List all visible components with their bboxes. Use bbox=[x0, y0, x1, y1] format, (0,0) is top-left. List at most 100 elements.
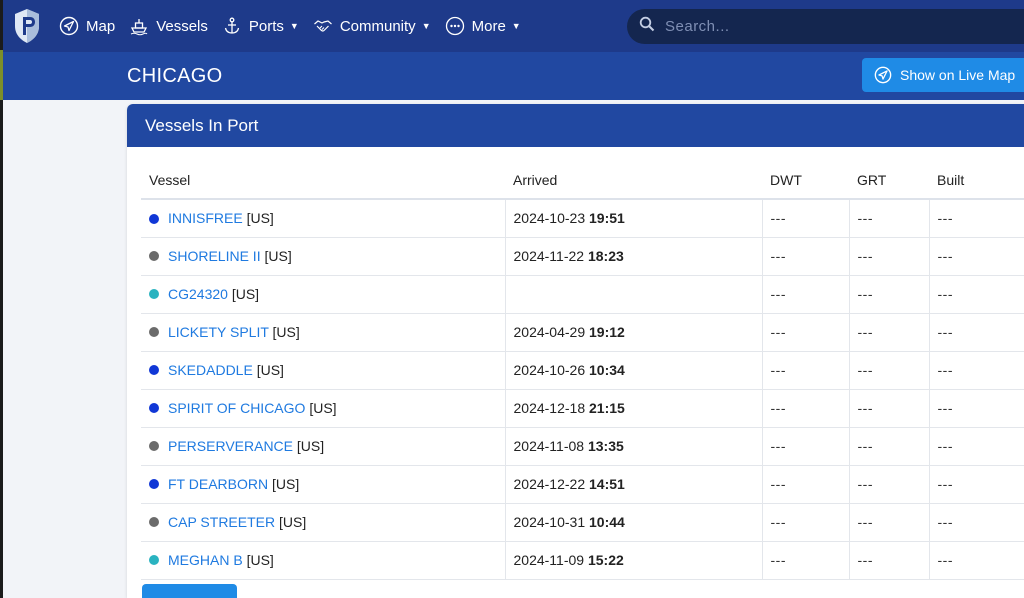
arrived-date: 2024-11-08 bbox=[513, 438, 585, 454]
column-header-vessel[interactable]: Vessel bbox=[141, 161, 505, 200]
grt-cell: --- bbox=[848, 313, 929, 352]
vessel-link[interactable]: CAP STREETER bbox=[168, 514, 275, 530]
built-cell: --- bbox=[928, 427, 1024, 466]
dwt-cell: --- bbox=[761, 351, 849, 390]
vessel-cell: SKEDADDLE [US] bbox=[141, 351, 505, 390]
flag-code: [US] bbox=[296, 438, 325, 454]
vessel-link[interactable]: INNISFREE bbox=[168, 210, 243, 226]
column-header-grt[interactable]: GRT bbox=[849, 161, 929, 200]
vessel-link[interactable]: LICKETY SPLIT bbox=[168, 324, 269, 340]
grt-cell: --- bbox=[848, 199, 929, 238]
arrived-time: 18:23 bbox=[587, 248, 624, 264]
table-row[interactable]: INNISFREE [US] 2024-10-23 19:51 --- --- --- bbox=[141, 199, 1024, 238]
vessel-cell: CAP STREETER [US] bbox=[141, 503, 505, 542]
column-header-dwt[interactable]: DWT bbox=[762, 161, 849, 200]
grt-cell: --- bbox=[848, 351, 929, 390]
arrived-cell: 2024-10-26 10:34 bbox=[504, 351, 762, 390]
grt-cell: --- bbox=[848, 275, 929, 314]
vessel-link[interactable]: SPIRIT OF CHICAGO bbox=[168, 400, 305, 416]
built-cell: --- bbox=[928, 541, 1024, 580]
grt-cell: --- bbox=[848, 541, 929, 580]
grt-cell: --- bbox=[848, 427, 929, 466]
table-row[interactable]: SPIRIT OF CHICAGO [US] 2024-12-18 21:15 --… bbox=[141, 389, 1024, 428]
status-dot-icon bbox=[149, 327, 159, 338]
table-row[interactable]: CAP STREETER [US] 2024-10-31 10:44 --- --- -… bbox=[141, 503, 1024, 542]
column-header-built[interactable]: Built bbox=[929, 161, 1024, 200]
vessel-cell: INNISFREE [US] bbox=[141, 199, 505, 238]
arrived-cell: 2024-12-18 21:15 bbox=[504, 389, 762, 428]
dots-circle-icon bbox=[445, 16, 465, 36]
table-row[interactable]: MEGHAN B [US] 2024-11-09 15:22 --- --- --- bbox=[141, 541, 1024, 580]
vessel-link[interactable]: CG24320 bbox=[168, 286, 228, 302]
vessel-link[interactable]: MEGHAN B bbox=[168, 552, 243, 568]
vessel-link[interactable]: SKEDADDLE bbox=[168, 362, 253, 378]
port-header: CHICAGO Show on Live Map bbox=[3, 52, 1024, 100]
table-header-row: Vessel Arrived DWT GRT Built bbox=[141, 161, 1024, 200]
dwt-cell: --- bbox=[761, 313, 849, 352]
flag-code: [US] bbox=[256, 362, 284, 378]
table-row[interactable]: LICKETY SPLIT [US] 2024-04-29 19:12 --- ---… bbox=[141, 313, 1024, 352]
shield-logo-icon bbox=[15, 9, 39, 43]
handshake-icon bbox=[313, 16, 333, 36]
card-title: Vessels In Port bbox=[127, 104, 1024, 147]
flag-code: [US] bbox=[309, 400, 337, 416]
status-dot-icon bbox=[149, 441, 159, 452]
show-more-button[interactable] bbox=[142, 584, 237, 598]
arrived-cell bbox=[504, 275, 762, 314]
show-on-live-map-label: Show on Live Map bbox=[900, 67, 1016, 83]
chevron-down-icon: ▼ bbox=[421, 21, 431, 31]
table-row[interactable]: SHORELINE II [US] 2024-11-22 18:23 --- --- -… bbox=[141, 237, 1024, 276]
compass-arrow-icon bbox=[59, 16, 79, 36]
dwt-cell: --- bbox=[761, 427, 849, 466]
status-dot-icon bbox=[149, 213, 159, 224]
site-logo[interactable] bbox=[7, 0, 47, 52]
arrived-cell: 2024-10-23 19:51 bbox=[504, 199, 762, 238]
grt-cell: --- bbox=[848, 503, 929, 542]
search-input[interactable] bbox=[665, 18, 1005, 35]
arrived-date: 2024-11-22 bbox=[513, 248, 585, 264]
flag-code: [US] bbox=[264, 248, 292, 264]
arrived-time: 21:15 bbox=[589, 400, 625, 416]
vessel-link[interactable]: SHORELINE II bbox=[168, 248, 261, 264]
vessel-link[interactable]: PERSERVERANCE bbox=[168, 438, 293, 454]
vessel-cell: LICKETY SPLIT [US] bbox=[141, 313, 505, 352]
table-row[interactable]: CG24320 [US] --- --- --- bbox=[141, 275, 1024, 314]
arrived-date: 2024-12-22 bbox=[513, 476, 586, 492]
table-row[interactable]: PERSERVERANCE [US] 2024-11-08 13:35 --- ---… bbox=[141, 427, 1024, 466]
arrived-time: 13:35 bbox=[587, 438, 624, 454]
vessel-link[interactable]: FT DEARBORN bbox=[168, 476, 268, 492]
status-dot-icon bbox=[149, 555, 159, 566]
vessel-cell: PERSERVERANCE [US] bbox=[141, 427, 505, 466]
arrived-time: 14:51 bbox=[589, 476, 625, 492]
arrived-cell: 2024-04-29 19:12 bbox=[504, 313, 762, 352]
table-row[interactable]: FT DEARBORN [US] 2024-12-22 14:51 --- --- --… bbox=[141, 465, 1024, 504]
vessels-in-port-card: Vessels In Port Vessel Arrived DWT GRT B… bbox=[127, 104, 1024, 598]
nav-vessels-label: Vessels bbox=[156, 17, 208, 35]
built-cell: --- bbox=[928, 351, 1024, 390]
arrived-date: 2024-11-09 bbox=[513, 552, 585, 568]
arrived-cell: 2024-11-09 15:22 bbox=[504, 541, 762, 580]
built-cell: --- bbox=[928, 389, 1024, 428]
flag-code: [US] bbox=[279, 514, 307, 530]
nav-community[interactable]: Community ▼ bbox=[313, 16, 431, 36]
table-row[interactable]: SKEDADDLE [US] 2024-10-26 10:34 --- --- --- bbox=[141, 351, 1024, 390]
top-navbar: Map Vessels Ports ▼ Community ▼ More ▼ S… bbox=[3, 0, 1024, 52]
nav-vessels[interactable]: Vessels bbox=[129, 16, 208, 36]
nav-more[interactable]: More ▼ bbox=[445, 16, 521, 36]
chevron-down-icon: ▼ bbox=[511, 21, 521, 31]
nav-map[interactable]: Map bbox=[59, 16, 115, 36]
nav-map-label: Map bbox=[86, 17, 116, 35]
nav-more-label: More bbox=[471, 17, 506, 35]
column-header-arrived[interactable]: Arrived bbox=[505, 161, 762, 200]
arrived-time: 19:12 bbox=[589, 324, 625, 340]
nav-ports[interactable]: Ports ▼ bbox=[222, 16, 299, 36]
show-on-live-map-button[interactable]: Show on Live Map bbox=[862, 58, 1024, 92]
ship-icon bbox=[129, 16, 149, 36]
arrived-time: 15:22 bbox=[587, 552, 624, 568]
dwt-cell: --- bbox=[761, 541, 849, 580]
vessel-cell: MEGHAN B [US] bbox=[141, 541, 505, 580]
status-dot-icon bbox=[149, 479, 159, 490]
dwt-cell: --- bbox=[761, 199, 849, 238]
compass-arrow-icon bbox=[874, 66, 892, 84]
arrived-cell: 2024-11-22 18:23 bbox=[504, 237, 762, 276]
